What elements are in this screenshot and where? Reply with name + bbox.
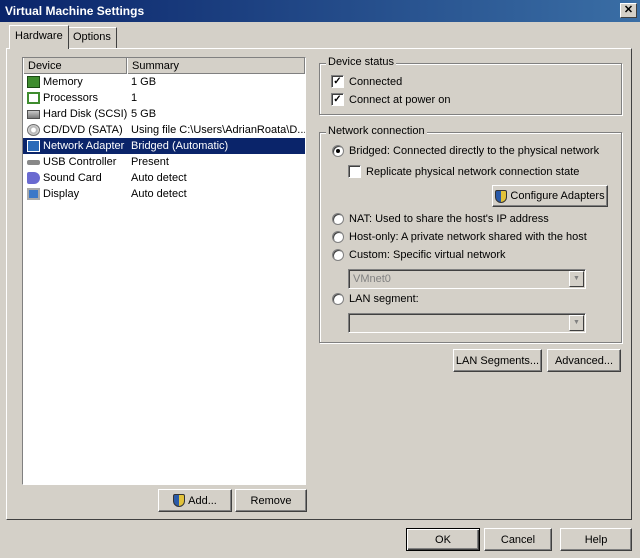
tab-options[interactable]: Options [67, 27, 117, 48]
device-summary: Auto detect [131, 172, 187, 184]
custom-network-value: VMnet0 [353, 273, 391, 285]
device-summary: Bridged (Automatic) [131, 140, 229, 152]
device-cell: Memory [23, 76, 127, 88]
custom-radio-button[interactable] [332, 249, 344, 261]
lan-segment-radio-button[interactable] [332, 293, 344, 305]
title-bar: Virtual Machine Settings ✕ [0, 0, 640, 22]
device-cell: USB Controller [23, 156, 127, 168]
device-name: Network Adapter [43, 140, 125, 152]
device-summary: Using file C:\Users\AdrianRoata\D... [131, 124, 305, 136]
device-cell: Hard Disk (SCSI) [23, 108, 127, 120]
connect-at-power-on-check[interactable]: ✓ [331, 93, 344, 106]
device-row[interactable]: Hard Disk (SCSI) 5 GB [23, 106, 305, 122]
sound-card-icon [27, 172, 40, 184]
chevron-down-icon[interactable]: ▼ [569, 315, 584, 331]
device-row[interactable]: USB Controller Present [23, 154, 305, 170]
configure-adapters-button[interactable]: Configure Adapters [492, 185, 608, 207]
replicate-label: Replicate physical network connection st… [366, 165, 580, 178]
device-name: USB Controller [43, 156, 117, 168]
custom-radio[interactable]: Custom: Specific virtual network [332, 249, 506, 261]
lan-segment-radio[interactable]: LAN segment: [332, 293, 419, 305]
tab-hardware[interactable]: Hardware [9, 25, 69, 49]
remove-device-button[interactable]: Remove [235, 489, 307, 512]
connected-check[interactable]: ✓ [331, 75, 344, 88]
replicate-checkbox[interactable]: Replicate physical network connection st… [348, 165, 579, 178]
lan-segment-label: LAN segment: [349, 293, 419, 305]
lan-segments-button[interactable]: LAN Segments... [453, 349, 542, 372]
connect-at-power-on-checkbox[interactable]: ✓ Connect at power on [331, 93, 451, 106]
bridged-radio[interactable]: Bridged: Connected directly to the physi… [332, 145, 599, 157]
cd-dvd-icon [27, 124, 40, 136]
network-adapter-icon [27, 140, 40, 152]
hard-disk-icon [27, 109, 40, 119]
host-only-radio-button[interactable] [332, 231, 344, 243]
device-summary: Present [131, 156, 169, 168]
connect-at-power-on-label: Connect at power on [349, 93, 451, 106]
device-name: Sound Card [43, 172, 102, 184]
device-summary: Auto detect [131, 188, 187, 200]
network-connection-title: Network connection [326, 125, 427, 137]
configure-adapters-label: Configure Adapters [510, 190, 605, 202]
device-name: Memory [43, 76, 83, 88]
device-name: Processors [43, 92, 99, 104]
add-device-label: Add... [188, 494, 217, 507]
shield-icon [495, 189, 508, 203]
device-status-title: Device status [326, 56, 397, 68]
bridged-radio-button[interactable] [332, 145, 344, 157]
device-name: CD/DVD (SATA) [43, 124, 123, 136]
usb-icon [27, 159, 40, 165]
device-status-group: Device status ✓ Connected ✓ Connect at p… [319, 56, 622, 115]
memory-icon [27, 76, 40, 88]
device-row[interactable]: Display Auto detect [23, 186, 305, 202]
nat-label: NAT: Used to share the host's IP address [349, 213, 549, 225]
device-summary: 1 GB [131, 76, 157, 88]
nat-radio[interactable]: NAT: Used to share the host's IP address [332, 213, 549, 225]
device-row[interactable]: Memory 1 GB [23, 74, 305, 90]
close-button[interactable]: ✕ [620, 3, 637, 18]
bridged-label: Bridged: Connected directly to the physi… [349, 145, 600, 157]
connected-label: Connected [349, 75, 403, 88]
device-cell: Sound Card [23, 172, 127, 184]
processor-icon [27, 92, 40, 104]
device-list-header: Device Summary [23, 58, 305, 74]
network-connection-group: Network connection Bridged: Connected di… [319, 125, 622, 343]
custom-network-select[interactable]: VMnet0 ▼ [348, 269, 586, 289]
device-row[interactable]: CD/DVD (SATA) Using file C:\Users\AdrianR… [23, 122, 305, 138]
chevron-down-icon[interactable]: ▼ [569, 271, 584, 287]
cancel-button[interactable]: Cancel [484, 528, 552, 551]
device-cell: CD/DVD (SATA) [23, 124, 127, 136]
advanced-button[interactable]: Advanced... [547, 349, 621, 372]
device-name: Hard Disk (SCSI) [43, 108, 127, 120]
help-button[interactable]: Help [560, 528, 632, 551]
shield-icon [173, 494, 186, 507]
device-cell: Processors [23, 92, 127, 104]
replicate-check[interactable] [348, 165, 361, 178]
device-row[interactable]: Processors 1 [23, 90, 305, 106]
column-header-summary[interactable]: Summary [127, 58, 305, 74]
device-cell: Display [23, 188, 127, 200]
lan-segment-select[interactable]: ▼ [348, 313, 586, 333]
host-only-radio[interactable]: Host-only: A private network shared with… [332, 231, 587, 243]
custom-label: Custom: Specific virtual network [349, 249, 506, 261]
ok-button[interactable]: OK [406, 528, 480, 551]
column-header-device[interactable]: Device [23, 58, 127, 74]
add-device-button[interactable]: Add... [158, 489, 232, 512]
device-name: Display [43, 188, 80, 200]
device-row[interactable]: Sound Card Auto detect [23, 170, 305, 186]
device-summary: 5 GB [131, 108, 157, 120]
device-cell: Network Adapter [23, 140, 127, 152]
connected-checkbox[interactable]: ✓ Connected [331, 75, 402, 88]
device-list[interactable]: Device Summary Memory 1 GB Processors 1 Hard… [22, 57, 306, 485]
device-row[interactable]: Network Adapter Bridged (Automatic) [23, 138, 305, 154]
nat-radio-button[interactable] [332, 213, 344, 225]
close-icon: ✕ [623, 4, 634, 16]
display-icon [27, 188, 40, 200]
host-only-label: Host-only: A private network shared with… [349, 231, 587, 243]
window-title: Virtual Machine Settings [5, 4, 145, 18]
device-summary: 1 [131, 92, 138, 104]
